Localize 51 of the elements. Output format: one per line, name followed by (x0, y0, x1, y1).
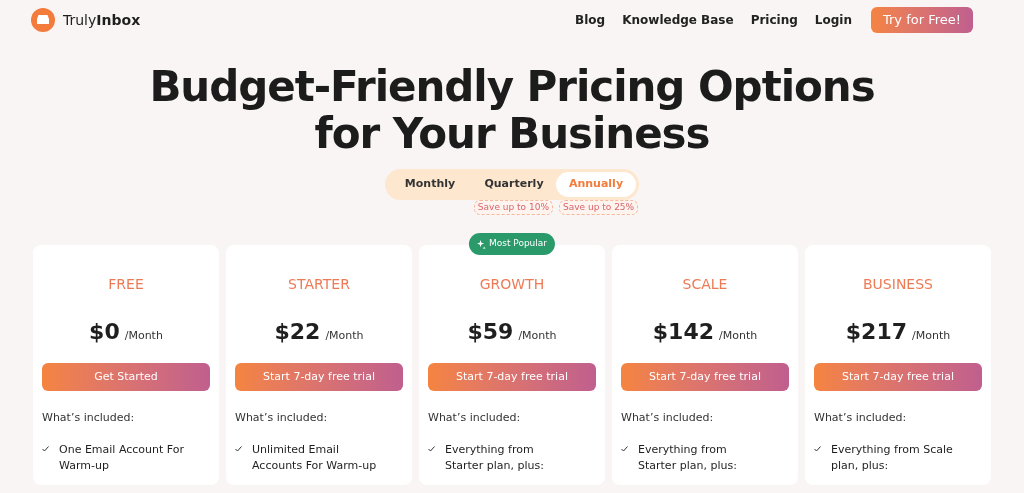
popular-badge: Most Popular (468, 233, 556, 255)
price-period: /Month (719, 328, 758, 344)
plan-price: $217 (845, 318, 907, 346)
feature-text: Everything from Starter plan, plus: (638, 441, 738, 474)
page-title: for Your Business (314, 110, 710, 157)
savings-badge: Save up to 25% (559, 200, 639, 215)
included-heading: What’s included: (42, 410, 135, 426)
check-icon (42, 445, 49, 452)
savings-badge: Save up to 10% (473, 200, 553, 215)
plan-button[interactable]: Get Started (42, 363, 210, 391)
billing-tab[interactable]: Monthly (388, 172, 472, 197)
included-heading: What’s included: (428, 410, 521, 426)
billing-tab[interactable]: Quarterly (472, 172, 556, 197)
logo-icon (31, 8, 55, 32)
included-heading: What’s included: (621, 410, 714, 426)
plan-button[interactable]: Start 7-day free trial (621, 363, 789, 391)
check-icon (428, 445, 435, 452)
feature-text: Everything from Scale plan, plus: (831, 441, 954, 474)
plan-price: $22 (274, 318, 321, 346)
included-heading: What’s included: (814, 410, 907, 426)
feature-text: Unlimited Email Accounts For Warm-up (252, 441, 377, 474)
feature-text: One Email Account For Warm-up (59, 441, 184, 474)
plan-name: SCALE (682, 275, 728, 294)
page-title: Budget-Friendly Pricing Options (149, 63, 875, 110)
included-heading: What’s included: (235, 410, 328, 426)
plan-price: $0 (89, 318, 120, 346)
plan-price: $142 (652, 318, 714, 346)
price-period: /Month (518, 328, 557, 344)
check-icon (235, 445, 242, 452)
check-icon (621, 445, 628, 452)
plan-button[interactable]: Start 7-day free trial (428, 363, 596, 391)
check-icon (814, 445, 821, 452)
nav-link[interactable]: Pricing (750, 11, 798, 29)
feature-text: Everything from Starter plan, plus: (445, 441, 545, 474)
plan-name: GROWTH (479, 275, 545, 294)
price-period: /Month (325, 328, 364, 344)
plan-button[interactable]: Start 7-day free trial (814, 363, 982, 391)
nav-link[interactable]: Blog (575, 11, 606, 29)
logo-text: TrulyInbox (63, 10, 141, 30)
sparkle-icon (476, 239, 486, 249)
price-period: /Month (124, 328, 163, 344)
plan-name: BUSINESS (863, 275, 933, 294)
nav-link[interactable]: Login (814, 11, 852, 29)
plan-name: FREE (108, 275, 144, 294)
billing-tab[interactable]: Annually (556, 172, 636, 197)
plan-price: $59 (467, 318, 514, 346)
plan-name: STARTER (288, 275, 350, 294)
price-period: /Month (912, 328, 951, 344)
try-free-button[interactable]: Try for Free! (871, 7, 973, 33)
nav-link[interactable]: Knowledge Base (622, 11, 734, 29)
plan-button[interactable]: Start 7-day free trial (235, 363, 403, 391)
